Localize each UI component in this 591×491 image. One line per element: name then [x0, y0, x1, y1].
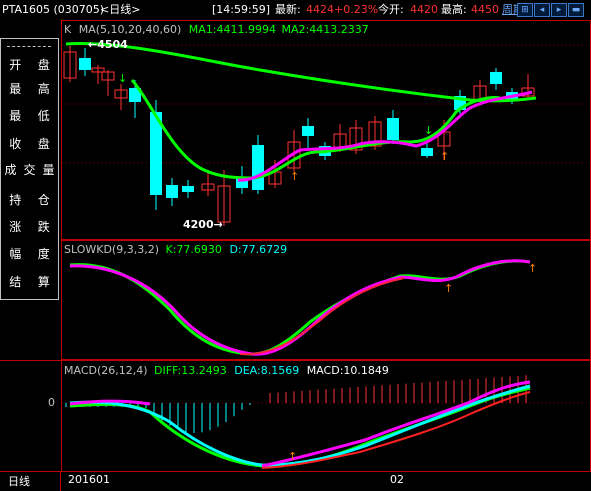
ma2-value: MA2:4413.2337	[281, 23, 369, 36]
kd-k-line	[69, 259, 531, 356]
macd-diff-line	[69, 386, 531, 468]
kd-d-value: D:77.6729	[229, 243, 288, 256]
high-price-marker: ←4504	[88, 38, 128, 51]
buy-arrow-icon: ↑	[440, 150, 449, 163]
macd-macd-value: MACD:10.1849	[306, 364, 389, 377]
date-start-label: 201601	[68, 473, 110, 486]
macd-diff-value: DIFF:13.2493	[154, 364, 227, 377]
macd-dea-value: DEA:8.1569	[234, 364, 300, 377]
candle-body	[302, 126, 314, 136]
candle-body	[421, 148, 433, 156]
candle-body	[387, 118, 399, 140]
ma1-value: MA1:4411.9994	[188, 23, 277, 36]
candle-body	[252, 145, 264, 190]
kd-spec: SLOWKD(9,3,3,2)	[64, 243, 160, 256]
candle-body	[490, 72, 502, 84]
buy-arrow-icon: ↑	[288, 450, 297, 463]
buy-arrow-icon: ↑	[290, 170, 299, 183]
kline-label: K	[64, 23, 72, 36]
low-price-marker: 4200→	[183, 218, 223, 231]
sell-arrow-icon: ↓	[118, 72, 127, 85]
candle-body	[182, 186, 194, 192]
footer-divider	[60, 472, 61, 491]
date-axis: 日线 201601 02	[0, 472, 591, 491]
buy-arrow-icon: ↑	[444, 282, 453, 295]
macd-zero-label: 0	[48, 396, 55, 409]
macd-dea-line	[69, 384, 531, 467]
buy-arrow-icon: ↑	[528, 262, 537, 275]
ma-spec: MA(5,10,20,40,60)	[78, 23, 182, 36]
date-mid-label: 02	[390, 473, 404, 486]
candle-body	[166, 185, 178, 198]
macd-spec: MACD(26,12,4)	[64, 364, 148, 377]
kd-k-value: K:77.6930	[165, 243, 222, 256]
period-tab[interactable]: 日线	[8, 473, 30, 489]
candle-body	[79, 58, 91, 70]
sell-arrow-icon: ↓	[424, 124, 433, 137]
